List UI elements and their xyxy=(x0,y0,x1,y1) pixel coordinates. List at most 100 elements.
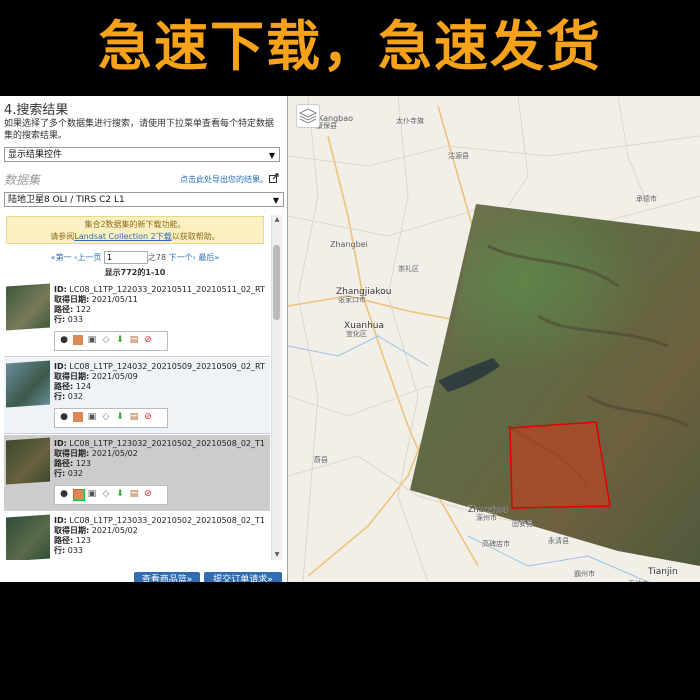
result-id: LC08_L1TP_123033_20210502_20210508_02_T1 xyxy=(69,516,265,525)
map-label: 霸州市 xyxy=(574,569,595,578)
prev-page-link[interactable]: ‹上一页 xyxy=(74,253,101,262)
map-label: 固安县 xyxy=(512,519,533,528)
scene-thumbnail[interactable] xyxy=(6,360,50,408)
add-to-cart-icon[interactable]: ▤ xyxy=(129,412,139,422)
result-count: 显示772的1-10 xyxy=(104,268,166,277)
map-label: 沽源县 xyxy=(448,151,469,160)
result-path: 123 xyxy=(75,459,92,468)
results-list: 集合2数据集的新下载功能。 请参阅Landsat Collection 2下载以… xyxy=(4,215,270,560)
search-results-panel: 4.搜索结果 如果选择了多个数据集进行搜索，请使用下拉菜单查看每个特定数据集的搜… xyxy=(0,96,288,582)
metadata-icon[interactable]: ◇ xyxy=(101,412,111,422)
result-date: 2021/05/02 xyxy=(91,526,138,535)
compare-icon[interactable]: ▣ xyxy=(87,412,97,422)
exclude-icon[interactable]: ⊘ xyxy=(143,412,153,422)
layers-icon xyxy=(298,108,318,124)
overlay-icon[interactable] xyxy=(73,412,83,422)
submit-order-button[interactable]: 提交订单请求» xyxy=(204,572,282,582)
scene-thumbnail[interactable] xyxy=(6,437,50,485)
result-details: ID: LC08_L1TP_123032_20210502_20210508_0… xyxy=(54,439,265,479)
result-id: LC08_L1TP_123032_20210502_20210508_02_T1 xyxy=(69,439,265,448)
result-id: LC08_L1TP_122033_20210511_20210511_02_RT xyxy=(69,285,265,294)
page-input[interactable]: 1 xyxy=(103,251,148,264)
map-label: 张家口市 xyxy=(338,295,366,304)
download-icon[interactable]: ⬇ xyxy=(115,335,125,345)
notice-line1: 集合2数据集的新下载功能。 xyxy=(84,220,186,229)
footprint-icon[interactable]: ● xyxy=(59,489,69,499)
promo-banner: 急速下载，急速发货 xyxy=(0,0,700,96)
path-label: 路径: xyxy=(54,459,74,468)
notice-line2: 请参阅Landsat Collection 2下载以获取帮助。 xyxy=(7,231,263,243)
result-date: 2021/05/09 xyxy=(91,372,138,381)
dataset-select-value: 陆地卫星8 OLI / TIRS C2 L1 xyxy=(8,195,125,205)
scene-thumbnail[interactable] xyxy=(6,514,50,560)
chevron-down-icon: ▼ xyxy=(272,196,279,205)
page-of: 之78 xyxy=(147,253,167,262)
compare-icon[interactable]: ▣ xyxy=(87,335,97,345)
add-to-cart-icon[interactable]: ▤ xyxy=(129,335,139,345)
result-row-value: 032 xyxy=(67,469,84,478)
download-icon[interactable]: ⬇ xyxy=(115,412,125,422)
view-items-button[interactable]: 查看商品篮» xyxy=(134,572,200,582)
overlay-icon[interactable] xyxy=(73,489,85,501)
scene-thumbnail[interactable] xyxy=(6,283,50,331)
footprint-icon[interactable]: ● xyxy=(59,412,69,422)
map-label: 涿州市 xyxy=(476,513,497,522)
map-label: 宣化区 xyxy=(346,329,367,338)
map-label: Zhuozhou xyxy=(468,505,508,514)
result-date: 2021/05/11 xyxy=(91,295,138,304)
result-row[interactable]: ID: LC08_L1TP_123032_20210502_20210508_0… xyxy=(4,435,270,511)
panel-title: 4.搜索结果 xyxy=(4,103,69,118)
dataset-label: 数据集 xyxy=(4,173,41,187)
export-results-link[interactable]: 点击此处导出您的结果。 xyxy=(180,174,268,185)
result-row-value: 033 xyxy=(67,546,84,555)
map-view[interactable]: Kangbao 康保县 太仆寺旗 沽源县 承德市 Zhangjiakou 张家口市 Xuanh… xyxy=(288,96,700,582)
row-label: 行: xyxy=(54,315,66,324)
notice-text: 以获取帮助。 xyxy=(171,232,220,241)
bottom-bar xyxy=(0,582,700,700)
scroll-up-icon[interactable]: ▲ xyxy=(273,216,281,224)
dataset-select[interactable]: 陆地卫星8 OLI / TIRS C2 L1 ▼ xyxy=(4,192,284,207)
exclude-icon[interactable]: ⊘ xyxy=(143,489,153,499)
external-link-icon[interactable] xyxy=(269,173,279,183)
panel-description: 如果选择了多个数据集进行搜索，请使用下拉菜单查看每个特定数据集的搜索结果。 xyxy=(4,119,275,141)
id-label: ID: xyxy=(54,516,67,525)
map-label: 承德市 xyxy=(636,194,657,203)
display-control-select[interactable]: 显示结果控件 ▼ xyxy=(4,147,280,162)
result-row[interactable]: ID: LC08_L1TP_122033_20210511_20210511_0… xyxy=(4,281,270,357)
result-path: 122 xyxy=(75,305,92,314)
metadata-icon[interactable]: ◇ xyxy=(101,335,111,345)
download-icon[interactable]: ⬇ xyxy=(115,489,125,499)
footprint-icon[interactable]: ● xyxy=(59,335,69,345)
results-scrollbar[interactable]: ▲ ▼ xyxy=(271,215,282,560)
id-label: ID: xyxy=(54,362,67,371)
result-row-value: 033 xyxy=(67,315,84,324)
result-date: 2021/05/02 xyxy=(91,449,138,458)
first-page-link[interactable]: «第一 xyxy=(51,253,72,262)
date-label: 取得日期: xyxy=(54,449,90,458)
date-label: 取得日期: xyxy=(54,372,90,381)
result-toolbar: ● ▣ ◇ ⬇ ▤ ⊘ xyxy=(54,408,168,428)
map-canvas: Kangbao康保县太仆寺旗沽源县承德市Zhangjiakou张家口市Xuanh… xyxy=(288,96,700,582)
layers-button[interactable] xyxy=(296,104,320,128)
map-label: 高碑店市 xyxy=(482,539,510,548)
date-label: 取得日期: xyxy=(54,295,90,304)
path-label: 路径: xyxy=(54,382,74,391)
scroll-thumb[interactable] xyxy=(273,245,280,320)
pager: «第一 ‹上一页 1 之78 下一个› 最后» xyxy=(4,251,266,264)
result-row-value: 032 xyxy=(67,392,84,401)
compare-icon[interactable]: ▣ xyxy=(87,489,97,499)
next-page-link[interactable]: 下一个› xyxy=(169,253,196,262)
overlay-icon[interactable] xyxy=(73,335,83,345)
map-label: 太仆寺旗 xyxy=(396,116,424,125)
exclude-icon[interactable]: ⊘ xyxy=(143,335,153,345)
id-label: ID: xyxy=(54,439,67,448)
id-label: ID: xyxy=(54,285,67,294)
result-path: 124 xyxy=(75,382,92,391)
result-row[interactable]: ID: LC08_L1TP_124032_20210509_20210509_0… xyxy=(4,358,270,434)
result-row[interactable]: ID: LC08_L1TP_123033_20210502_20210508_0… xyxy=(4,512,270,560)
metadata-icon[interactable]: ◇ xyxy=(101,489,111,499)
scroll-down-icon[interactable]: ▼ xyxy=(273,551,281,559)
last-page-link[interactable]: 最后» xyxy=(198,253,219,262)
add-to-cart-icon[interactable]: ▤ xyxy=(129,489,139,499)
collection2-download-link[interactable]: Landsat Collection 2下载 xyxy=(74,232,171,241)
